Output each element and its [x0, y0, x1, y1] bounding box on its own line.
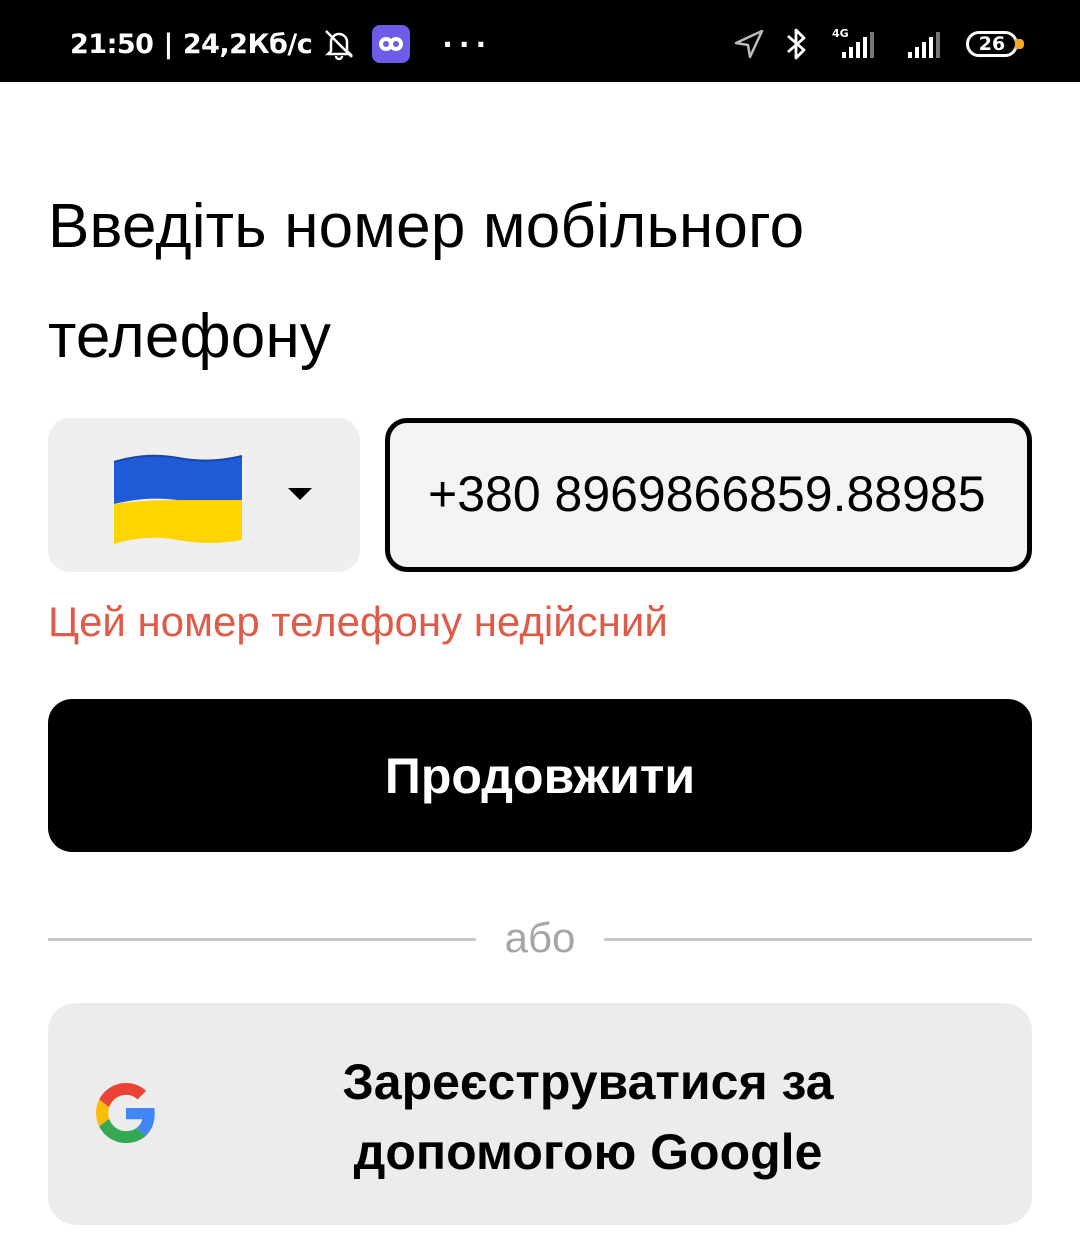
continue-button[interactable]: Продовжити [48, 699, 1032, 852]
or-divider-label: або [504, 914, 576, 961]
google-signup-button[interactable]: Зареєструватися за допомогою Google [48, 1003, 1032, 1225]
bluetooth-icon [784, 26, 808, 62]
battery-tip [1015, 39, 1024, 49]
status-bar-left: 21:50 | 24,2Кб/с ··· [70, 24, 492, 64]
network-speed: 24,2Кб/с [182, 28, 313, 60]
divider-left [48, 938, 476, 941]
phone-input[interactable]: +380 8969866859.88985 [385, 418, 1032, 572]
phone-error-message: Цей номер телефону недійсний [48, 598, 668, 645]
ukraine-flag-icon [110, 448, 246, 553]
google-icon [96, 1083, 156, 1148]
more-dots-icon: ··· [442, 27, 493, 61]
country-selector[interactable] [48, 418, 360, 572]
status-bar-right: 4G 26 [732, 22, 1024, 66]
status-bar: 21:50 | 24,2Кб/с ··· 4G 26 [0, 0, 1080, 82]
status-separator: | [163, 28, 173, 60]
app-badge-icon [372, 25, 411, 63]
location-arrow-icon [732, 27, 766, 61]
signal-icon: 4G [826, 26, 886, 62]
signal-icon-2 [904, 26, 948, 62]
continue-button-label: Продовжити [384, 747, 696, 804]
battery-icon: 26 [966, 31, 1024, 57]
page-title: Введіть номер мобільного телефону [48, 192, 805, 371]
divider-right [604, 938, 1032, 941]
status-time: 21:50 [70, 28, 154, 60]
chevron-down-icon [288, 488, 312, 500]
network-type: 4G [832, 27, 849, 40]
bell-muted-icon [322, 27, 356, 61]
battery-level: 26 [978, 33, 1006, 55]
google-signup-label: Зареєструватися за допомогою Google [342, 1054, 834, 1180]
phone-input-value[interactable]: +380 8969866859.88985 [428, 465, 986, 523]
